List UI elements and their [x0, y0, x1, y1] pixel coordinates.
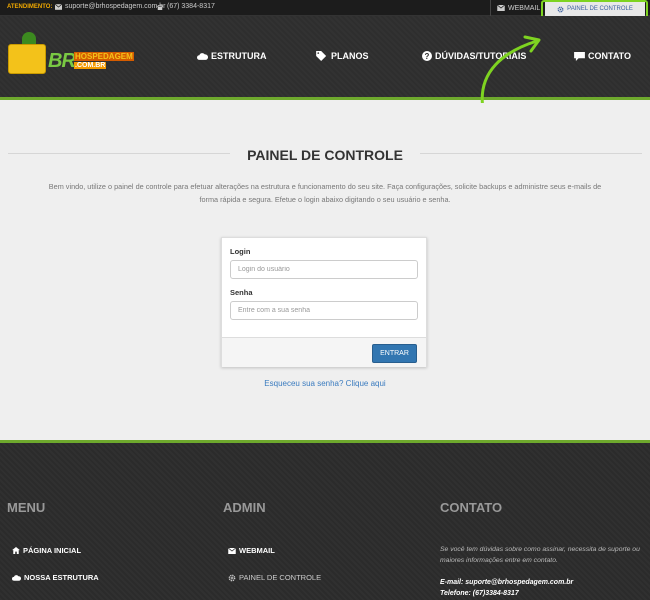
intro-line-1: Bem vindo, utilize o painel de controle …: [48, 182, 602, 191]
nav-label: CONTATO: [588, 51, 631, 61]
footer-link-webmail[interactable]: WEBMAIL: [228, 546, 275, 555]
footer-link-home[interactable]: PÁGINA INICIAL: [12, 546, 81, 555]
webmail-link[interactable]: WEBMAIL: [490, 0, 546, 16]
login-label: Login: [230, 247, 251, 256]
gear-icon: [228, 574, 236, 581]
envelope-icon: [55, 3, 62, 10]
support-email-text: suporte@brhospedagem.com.br: [65, 3, 166, 10]
password-input[interactable]: [230, 301, 418, 320]
footer-link-control-panel[interactable]: PAINEL DE CONTROLE: [228, 573, 321, 582]
logo-bag: [8, 44, 46, 74]
intro-line-2: forma rápida e segura. Efetue o login ab…: [199, 195, 451, 204]
footer-link-label: PAINEL DE CONTROLE: [239, 573, 322, 582]
phone-icon: [157, 4, 163, 10]
footer-contact-title: CONTATO: [440, 500, 503, 515]
submit-button[interactable]: ENTRAR: [372, 344, 417, 363]
login-input[interactable]: [230, 260, 418, 279]
footer-link-label: WEBMAIL: [239, 546, 275, 555]
home-icon: [12, 547, 20, 554]
logo-br: BR: [48, 50, 76, 72]
annotation-arrow: [480, 35, 541, 111]
password-label: Senha: [230, 288, 253, 297]
footer-contact-phone: Telefone: (67)3384-8317: [440, 590, 519, 597]
support-email[interactable]: suporte@brhospedagem.com.br: [55, 3, 166, 10]
webmail-label: WEBMAIL: [508, 4, 541, 12]
nav-estrutura[interactable]: ESTRUTURA: [197, 51, 267, 61]
logo-com: .COM.BR: [74, 62, 107, 69]
login-card-footer: ENTRAR: [222, 337, 426, 367]
forgot-password-link[interactable]: Esqueceu sua senha? Clique aqui: [0, 379, 650, 388]
site-header: BR HOSPEDAGEM .COM.BR ESTRUTURA PLANOS ?…: [0, 16, 650, 111]
cloud-icon: [197, 53, 208, 60]
question-icon: ?: [422, 51, 432, 61]
intro-text: Bem vindo, utilize o painel de controle …: [10, 180, 640, 206]
site-footer: MENU PÁGINA INICIAL NOSSA ESTRUTURA ADMI…: [0, 440, 650, 600]
footer-link-label: NOSSA ESTRUTURA: [24, 573, 99, 582]
page-title: PAINEL DE CONTROLE: [247, 147, 403, 163]
footer-admin-title: ADMIN: [223, 500, 266, 515]
envelope-icon: [497, 5, 505, 11]
tags-icon: [316, 51, 327, 61]
nav-label: ESTRUTURA: [211, 51, 267, 61]
cloud-icon: [12, 575, 21, 581]
attendance-label: ATENDIMENTO:: [7, 4, 53, 10]
brand-logo[interactable]: BR HOSPEDAGEM .COM.BR: [8, 32, 134, 77]
footer-link-label: PÁGINA INICIAL: [23, 546, 82, 555]
footer-contact-text: Se você tem dúvidas sobre como assinar, …: [440, 546, 640, 564]
chat-icon: [574, 51, 585, 61]
nav-label: PLANOS: [331, 51, 369, 61]
support-phone: (67) 3384-8317: [156, 3, 215, 10]
footer-link-structure[interactable]: NOSSA ESTRUTURA: [12, 573, 99, 582]
nav-planos[interactable]: PLANOS: [316, 51, 369, 61]
support-phone-text: (67) 3384-8317: [167, 3, 215, 10]
logo-hospedagem: HOSPEDAGEM: [74, 52, 134, 61]
svg-text:?: ?: [425, 52, 430, 61]
nav-contato[interactable]: CONTATO: [574, 51, 631, 61]
footer-menu-title: MENU: [7, 500, 46, 515]
envelope-icon: [228, 547, 236, 554]
main-content: PAINEL DE CONTROLE Bem vindo, utilize o …: [0, 103, 650, 440]
footer-contact-email[interactable]: E-mail: suporte@brhospedagem.com.br: [440, 579, 573, 586]
login-card: Login Senha ENTRAR: [221, 237, 427, 367]
